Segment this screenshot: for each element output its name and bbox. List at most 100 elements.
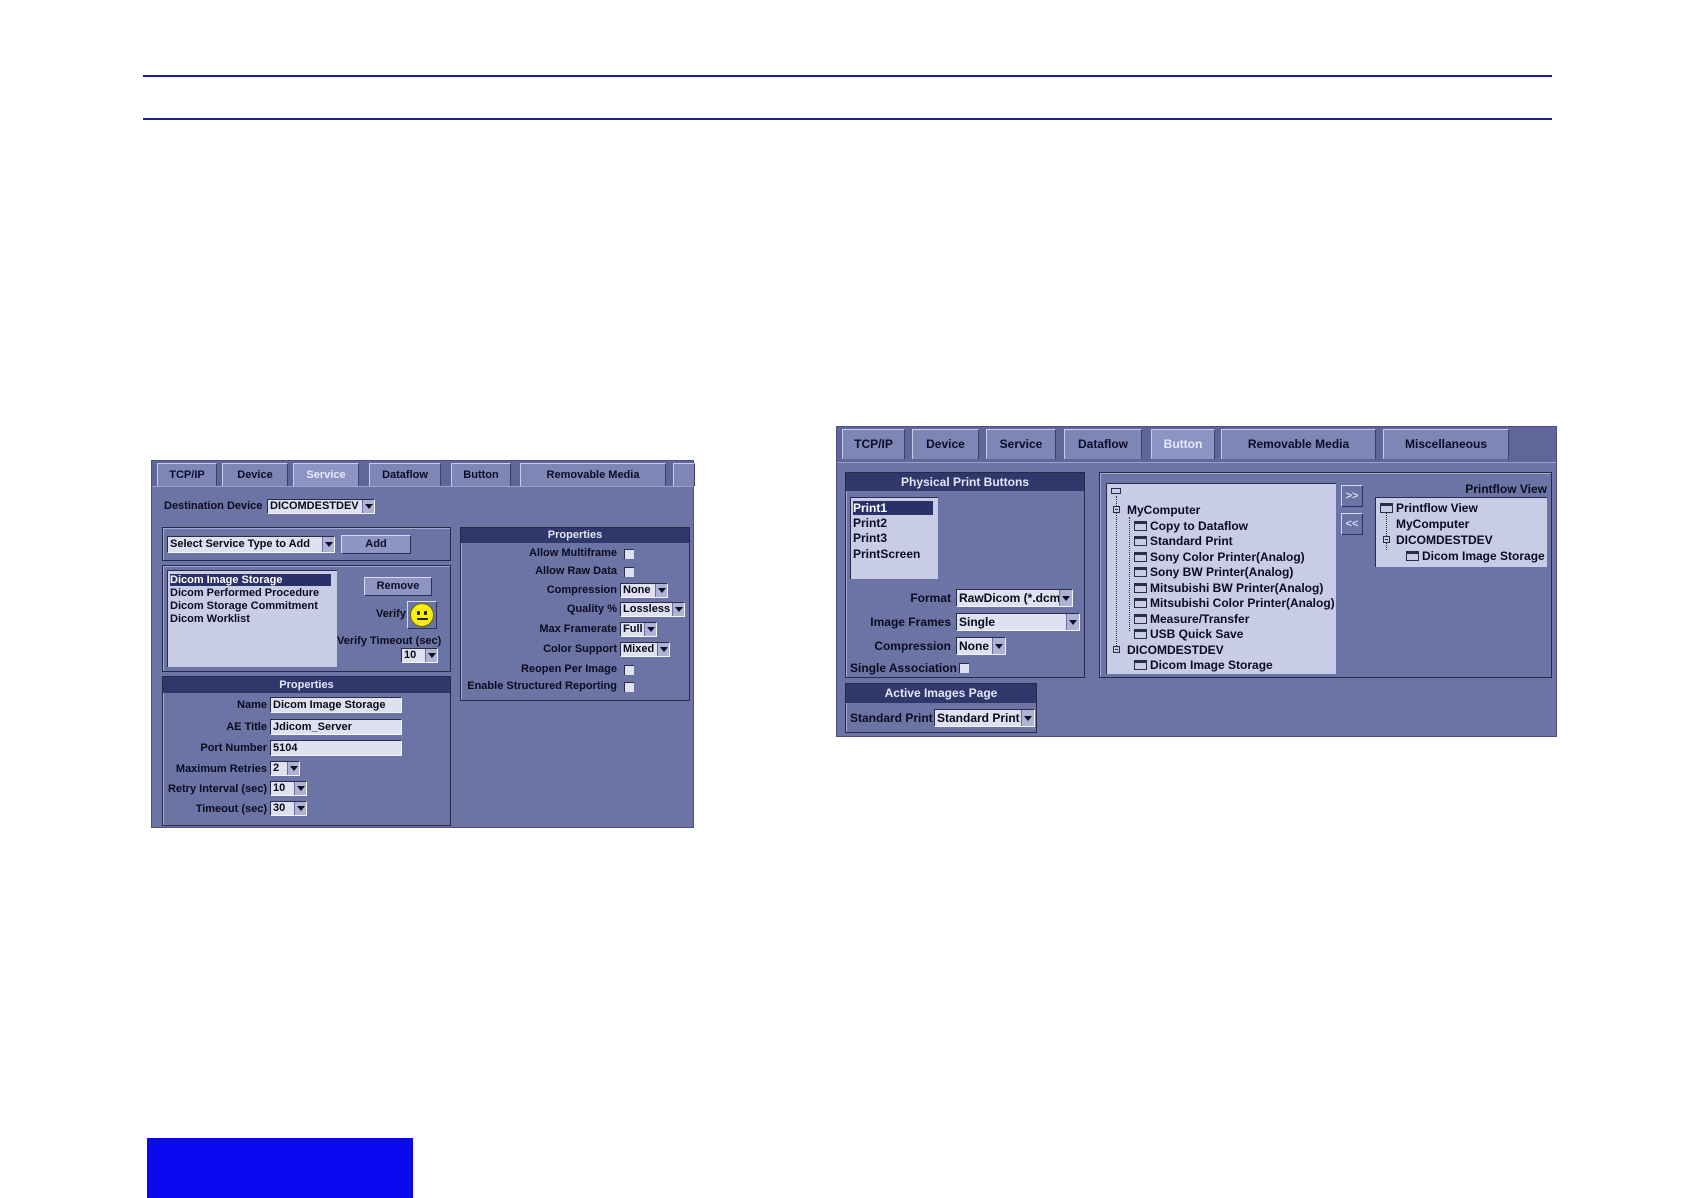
remove-button[interactable]: Remove — [364, 577, 432, 596]
timeout-select[interactable]: 30 — [270, 801, 307, 816]
reopen-per-image-checkbox[interactable] — [624, 665, 634, 675]
quality-select[interactable]: Lossless — [620, 602, 685, 617]
chevron-down-icon — [362, 500, 374, 513]
tab-service[interactable]: Service — [986, 429, 1056, 459]
printflow-group: MyComputer Copy to Dataflow Standard Pri… — [1099, 472, 1552, 678]
chevron-down-icon — [294, 782, 306, 795]
tree-item[interactable]: Standard Print — [1134, 534, 1233, 548]
name-label: Name — [237, 699, 267, 711]
service-list[interactable]: Dicom Image Storage Dicom Performed Proc… — [167, 570, 337, 667]
chevron-down-icon — [644, 623, 656, 636]
tree-item[interactable]: MyComputer — [1396, 517, 1469, 531]
retry-interval-value: 10 — [273, 782, 286, 794]
verify-timeout-select[interactable]: 10 — [401, 648, 438, 663]
max-framerate-value: Full — [623, 623, 643, 635]
printer-icon — [1134, 583, 1147, 593]
tree-item[interactable]: Sony Color Printer(Analog) — [1134, 550, 1305, 564]
tab-removable-media[interactable]: Removable Media — [520, 463, 666, 486]
allow-multiframe-checkbox[interactable] — [624, 549, 634, 559]
button-config-panel: TCP/IP Device Service Dataflow Button Re… — [836, 426, 1557, 737]
port-number-label: Port Number — [200, 742, 267, 754]
tab-removable-media[interactable]: Removable Media — [1221, 429, 1376, 459]
list-item[interactable]: Print1 — [853, 501, 933, 515]
tab-dataflow[interactable]: Dataflow — [369, 463, 441, 486]
tab-dataflow[interactable]: Dataflow — [1064, 429, 1142, 459]
tab-overflow[interactable] — [673, 463, 695, 486]
color-support-select[interactable]: Mixed — [620, 642, 670, 657]
printflow-root[interactable]: Printflow View — [1380, 501, 1478, 515]
tree-item[interactable]: USB Quick Save — [1134, 627, 1243, 641]
max-framerate-label: Max Framerate — [539, 623, 617, 635]
tree-root-mycomputer[interactable]: MyComputer — [1127, 503, 1200, 517]
properties-header: Properties — [461, 528, 689, 543]
image-frames-value: Single — [959, 615, 996, 629]
physical-print-buttons-group: Physical Print Buttons Print1 Print2 Pri… — [845, 472, 1085, 678]
compression-select[interactable]: None — [620, 583, 668, 598]
destination-device-label: Destination Device — [164, 500, 263, 512]
format-label: Format — [910, 591, 951, 605]
remove-from-printflow-button[interactable]: << — [1341, 513, 1363, 535]
single-association-checkbox[interactable] — [959, 663, 969, 673]
tab-device[interactable]: Device — [222, 463, 288, 486]
tree-item[interactable]: Mitsubishi BW Printer(Analog) — [1134, 581, 1323, 595]
printflow-view-label: Printflow View — [1465, 482, 1547, 496]
tab-tcpip[interactable]: TCP/IP — [842, 429, 905, 459]
add-button[interactable]: Add — [341, 535, 411, 554]
allow-raw-data-checkbox[interactable] — [624, 567, 634, 577]
format-select[interactable]: RawDicom (*.dcm) — [956, 589, 1073, 607]
service-type-select[interactable]: Select Service Type to Add — [167, 536, 335, 553]
chevron-down-icon — [287, 762, 299, 775]
list-item[interactable]: Print2 — [853, 516, 887, 530]
standard-print-select[interactable]: Standard Print — [934, 709, 1035, 727]
tab-device[interactable]: Device — [912, 429, 979, 459]
service-type-value: Select Service Type to Add — [170, 538, 310, 550]
tree-root-dicomdestdev[interactable]: DICOMDESTDEV — [1127, 643, 1224, 657]
destination-device-select[interactable]: DICOMDESTDEV — [267, 499, 375, 514]
timeout-label: Timeout (sec) — [195, 803, 267, 815]
structured-reporting-checkbox[interactable] — [624, 682, 634, 692]
collapse-icon[interactable] — [1113, 506, 1120, 513]
printer-icon — [1134, 614, 1147, 624]
compression-select[interactable]: None — [956, 637, 1006, 655]
verify-button[interactable] — [407, 601, 437, 629]
image-frames-select[interactable]: Single — [956, 613, 1080, 631]
tab-button[interactable]: Button — [1151, 429, 1215, 459]
max-framerate-select[interactable]: Full — [620, 622, 657, 637]
color-support-label: Color Support — [543, 643, 617, 655]
max-retries-select[interactable]: 2 — [270, 761, 300, 776]
tab-service[interactable]: Service — [293, 463, 359, 486]
retry-interval-select[interactable]: 10 — [270, 781, 307, 796]
collapse-icon[interactable] — [1113, 646, 1120, 653]
tree-item[interactable]: Dicom Image Storage — [1134, 658, 1273, 672]
device-tree[interactable]: MyComputer Copy to Dataflow Standard Pri… — [1106, 483, 1336, 674]
tree-item[interactable]: DICOMDESTDEV — [1396, 533, 1493, 547]
list-item[interactable]: Dicom Storage Commitment — [170, 600, 318, 612]
verify-timeout-value: 10 — [404, 649, 417, 661]
tree-item[interactable]: Dicom Image Storage — [1406, 549, 1545, 563]
tab-tcpip[interactable]: TCP/IP — [157, 463, 217, 486]
tab-button[interactable]: Button — [451, 463, 511, 486]
ae-title-field[interactable]: Jdicom_Server — [270, 719, 402, 735]
list-item[interactable]: PrintScreen — [853, 547, 920, 561]
compression-value: None — [959, 639, 989, 653]
structured-reporting-label: Enable Structured Reporting — [467, 680, 617, 692]
print-button-list[interactable]: Print1 Print2 Print3 PrintScreen — [850, 497, 938, 579]
collapse-icon[interactable] — [1383, 536, 1390, 543]
tab-miscellaneous[interactable]: Miscellaneous — [1383, 429, 1509, 459]
tree-item[interactable]: Mitsubishi Color Printer(Analog) — [1134, 596, 1335, 610]
tree-item[interactable]: Copy to Dataflow — [1134, 519, 1248, 533]
list-item[interactable]: Print3 — [853, 531, 887, 545]
chevron-down-icon — [992, 638, 1005, 654]
port-number-field[interactable]: 5104 — [270, 740, 402, 756]
left-properties-group: Properties Name Dicom Image Storage AE T… — [162, 676, 451, 826]
tree-item[interactable]: Measure/Transfer — [1134, 612, 1249, 626]
printflow-tree[interactable]: Printflow View MyComputer DICOMDESTDEV D… — [1375, 497, 1547, 567]
list-item[interactable]: Dicom Performed Procedure — [170, 587, 319, 599]
list-item[interactable]: Dicom Image Storage — [170, 574, 331, 586]
name-field[interactable]: Dicom Image Storage — [270, 697, 402, 713]
printer-icon — [1134, 660, 1147, 670]
add-to-printflow-button[interactable]: >> — [1341, 485, 1363, 507]
ae-title-label: AE Title — [226, 721, 267, 733]
list-item[interactable]: Dicom Worklist — [170, 613, 250, 625]
tree-item[interactable]: Sony BW Printer(Analog) — [1134, 565, 1293, 579]
